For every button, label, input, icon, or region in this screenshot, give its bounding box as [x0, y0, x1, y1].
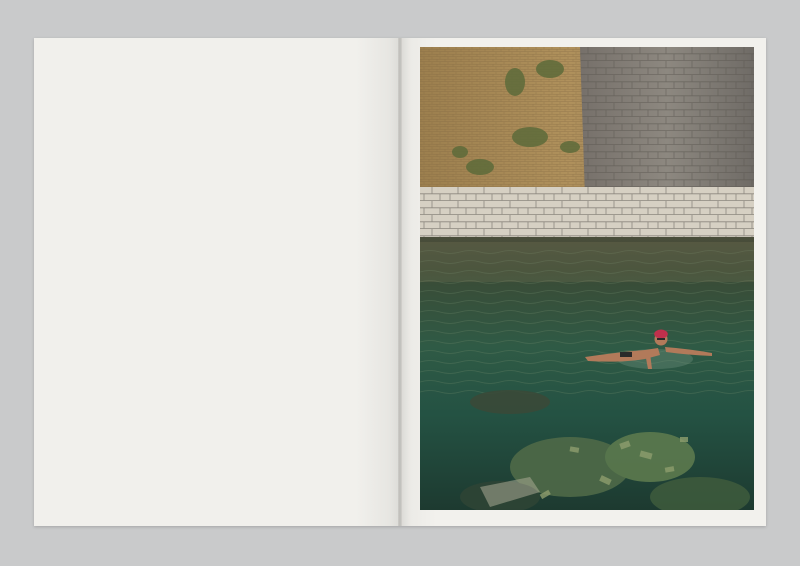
- book-spread: [34, 38, 766, 526]
- swimmer-photograph: [420, 47, 754, 510]
- book-gutter: [398, 38, 402, 526]
- left-page-blank: [34, 38, 400, 526]
